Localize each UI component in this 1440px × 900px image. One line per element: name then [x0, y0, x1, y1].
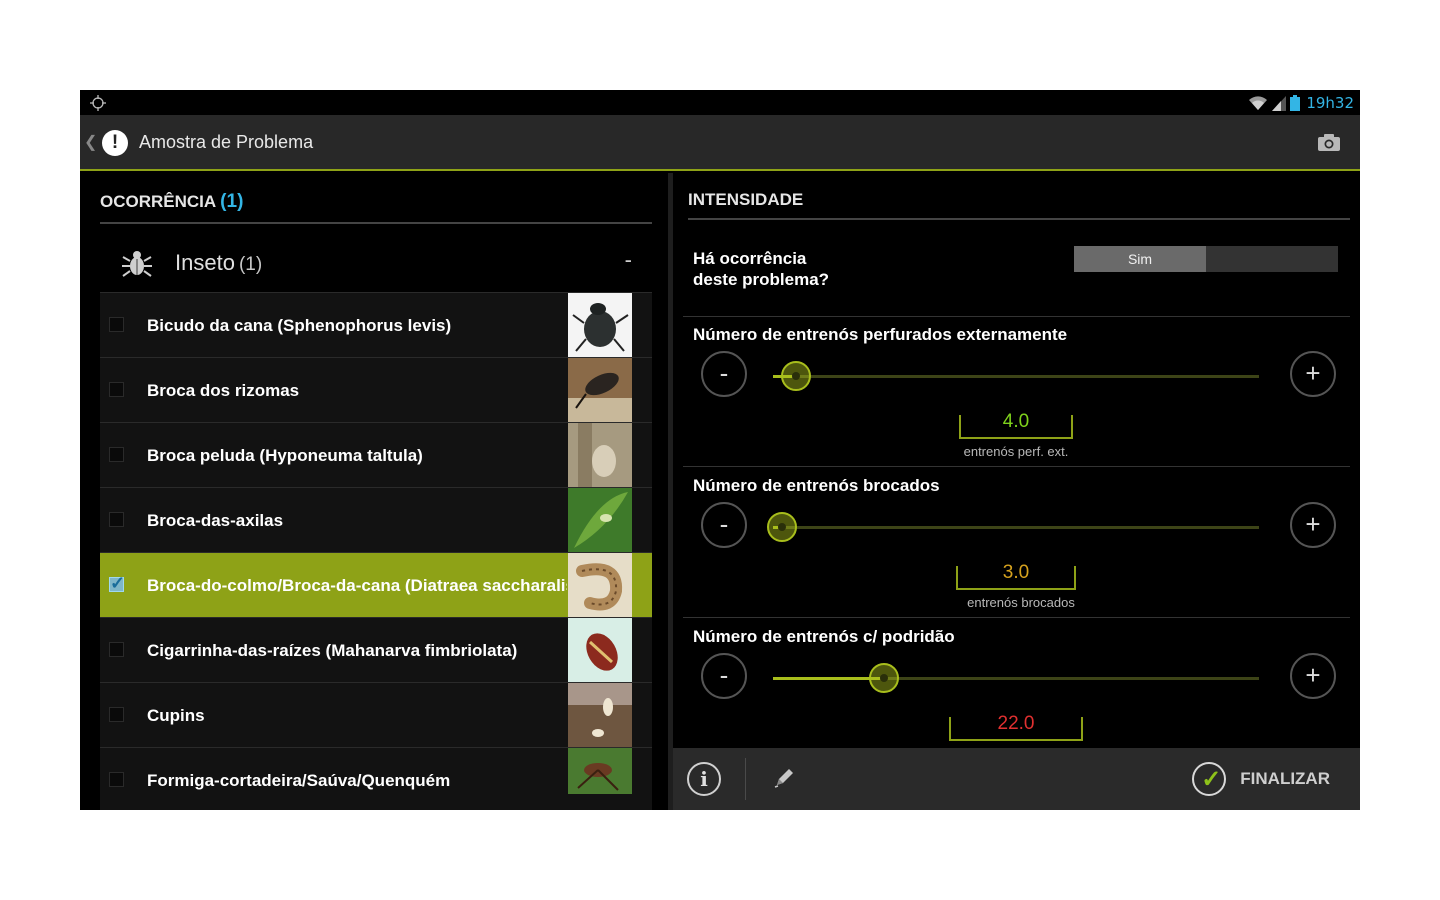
item-checkbox[interactable]: [109, 382, 124, 397]
item-checkbox-checked[interactable]: [109, 573, 125, 594]
beetle-thumbnail-image: [568, 293, 632, 357]
slider-value: 22.0: [997, 713, 1035, 734]
insect-list: Bicudo da cana (Sphenophorus levis) Broc…: [100, 293, 652, 810]
pencil-icon[interactable]: [773, 767, 795, 789]
status-icons: 19h32: [1248, 93, 1354, 113]
slider-track-podridao[interactable]: [773, 663, 1259, 693]
item-label: Broca-do-colmo/Broca-da-cana (Diatraea s…: [147, 576, 567, 595]
slider-value: 3.0: [1002, 562, 1030, 583]
decrement-button[interactable]: -: [701, 351, 747, 397]
slider-unit: entrenós perf. ext.: [963, 444, 1069, 459]
slider-title-perfurados: Número de entrenós perfurados externamen…: [693, 325, 1068, 344]
list-item-selected[interactable]: Broca-do-colmo/Broca-da-cana (Diatraea s…: [100, 553, 652, 618]
section-divider: [683, 466, 1350, 467]
target-icon: [90, 95, 106, 111]
finalize-label: FINALIZAR: [1240, 769, 1330, 788]
bottom-action-bar: i FINALIZAR: [673, 748, 1360, 810]
chevron-left-icon[interactable]: ❮: [84, 132, 97, 152]
caterpillar-thumbnail-image: [568, 423, 632, 487]
group-label-text: Inseto: [175, 250, 235, 275]
leaf-thumbnail-image: [568, 488, 632, 552]
section-divider: [683, 316, 1350, 317]
slider-fill: [773, 677, 880, 680]
status-time: 19h32: [1306, 94, 1354, 112]
action-bar: ❮ ! Amostra de Problema: [80, 115, 1360, 171]
camera-icon[interactable]: [1318, 133, 1340, 151]
leafhopper-thumbnail-image: [568, 618, 632, 682]
termite-thumbnail-image: [568, 683, 632, 747]
value-box-brocados[interactable]: 3.0: [956, 562, 1076, 590]
item-checkbox[interactable]: [109, 447, 124, 462]
occurrence-count: (1): [220, 191, 244, 212]
item-label: Broca peluda (Hyponeuma taltula): [147, 446, 423, 465]
finalize-button[interactable]: FINALIZAR: [1192, 762, 1330, 796]
item-checkbox[interactable]: [109, 642, 124, 657]
bottom-divider: [745, 758, 746, 800]
larva-thumbnail-image: [568, 553, 632, 617]
item-label: Broca dos rizomas: [147, 381, 300, 400]
slider-thumb[interactable]: [767, 512, 797, 542]
list-item[interactable]: Cigarrinha-das-raízes (Mahanarva fimbrio…: [100, 618, 652, 683]
section-divider: [683, 617, 1350, 618]
list-item[interactable]: Broca-das-axilas: [100, 488, 652, 553]
slider-track-brocados[interactable]: [767, 512, 1259, 542]
status-bar: 19h32: [80, 90, 1360, 115]
slider-title-podridao: Número de entrenós c/ podridão: [693, 627, 955, 646]
ant-thumbnail-image: [568, 748, 632, 794]
decrement-button[interactable]: -: [701, 502, 747, 548]
wifi-icon: [1249, 96, 1268, 110]
exclamation-icon: !: [102, 130, 128, 156]
item-label: Broca-das-axilas: [147, 511, 284, 530]
occurrence-title: OCORRÊNCIA: [100, 192, 217, 211]
item-label: Bicudo da cana (Sphenophorus levis): [147, 316, 452, 335]
increment-button[interactable]: +: [1290, 653, 1336, 699]
increment-button[interactable]: +: [1290, 502, 1336, 548]
list-item[interactable]: Bicudo da cana (Sphenophorus levis): [100, 293, 652, 358]
check-circle-icon: [1192, 762, 1227, 796]
occurrence-panel: OCORRÊNCIA (1) Inseto (1) - Bicudo da cana…: [80, 173, 668, 810]
slider-thumb[interactable]: [869, 663, 899, 693]
occurrence-question-line1: Há ocorrência: [693, 249, 807, 268]
item-label: Cupins: [147, 706, 205, 725]
list-item[interactable]: Formiga-cortadeira/Saúva/Quenquém: [100, 748, 652, 810]
value-box-perfurados[interactable]: 4.0: [959, 411, 1073, 439]
increment-button[interactable]: +: [1290, 351, 1336, 397]
page-title: Amostra de Problema: [139, 132, 314, 152]
group-count: (1): [238, 254, 263, 275]
device-screen: 19h32 ❮ ! Amostra de Problema OCORRÊNCIA…: [80, 90, 1360, 810]
decrement-button[interactable]: -: [701, 653, 747, 699]
item-label: Cigarrinha-das-raízes (Mahanarva fimbrio…: [147, 641, 518, 660]
group-row-inseto[interactable]: Inseto (1) -: [100, 231, 652, 293]
list-item[interactable]: Broca dos rizomas: [100, 358, 652, 423]
occurrence-question: Há ocorrência deste problema?: [693, 248, 829, 290]
info-icon[interactable]: i: [687, 762, 721, 796]
occurrence-toggle[interactable]: Sim: [1074, 246, 1338, 272]
list-item[interactable]: Cupins: [100, 683, 652, 748]
occurrence-header: OCORRÊNCIA (1): [100, 191, 652, 224]
bug-icon: [122, 251, 152, 277]
list-item[interactable]: Broca peluda (Hyponeuma taltula): [100, 423, 652, 488]
slider-value: 4.0: [1002, 411, 1030, 432]
item-checkbox[interactable]: [109, 317, 124, 332]
item-label: Formiga-cortadeira/Saúva/Quenquém: [147, 771, 451, 790]
battery-icon: [1290, 95, 1301, 111]
slider-track-perfurados[interactable]: [773, 361, 1259, 391]
group-label: Inseto (1): [175, 250, 262, 276]
slider-thumb[interactable]: [781, 361, 811, 391]
occurrence-question-line2: deste problema?: [693, 270, 830, 289]
item-checkbox[interactable]: [109, 707, 124, 722]
slider-unit: entrenós brocados: [967, 595, 1075, 610]
weevil-thumbnail-image: [568, 358, 632, 422]
collapse-toggle[interactable]: -: [625, 247, 632, 273]
toggle-on-label: Sim: [1074, 246, 1206, 272]
item-checkbox[interactable]: [109, 772, 124, 787]
slider-title-brocados: Número de entrenós brocados: [693, 476, 940, 495]
intensity-panel: INTENSIDADE Há ocorrência deste problema…: [673, 173, 1360, 748]
signal-icon: [1272, 96, 1287, 111]
item-checkbox[interactable]: [109, 512, 124, 527]
intensity-header: INTENSIDADE: [688, 190, 1350, 220]
value-box-podridao[interactable]: 22.0: [949, 713, 1083, 741]
